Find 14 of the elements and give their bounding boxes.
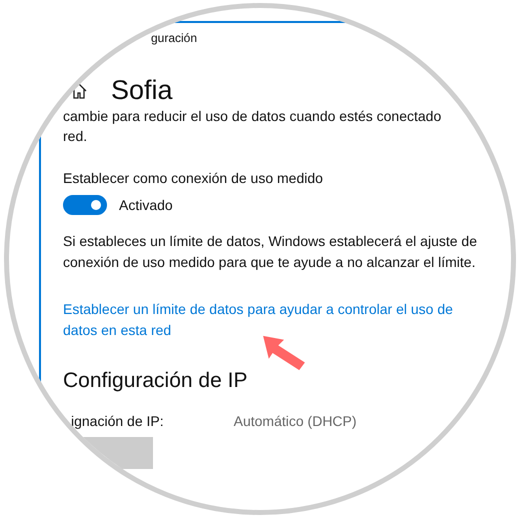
- field-value: Automático (DHCP): [234, 413, 357, 429]
- arrow-icon: [261, 334, 307, 372]
- toggle-state-label: Activado: [119, 197, 173, 213]
- description-text: cambie para reducir el uso de datos cuando estés conectado: [63, 107, 442, 126]
- info-text: Si estableces un límite de datos, Windows establecerá el ajuste de conexión de uso medido para que te ayude a no alcanzar el límite.: [63, 232, 478, 272]
- breadcrumb[interactable]: guración: [151, 31, 198, 45]
- page-title: Sofia: [111, 75, 173, 106]
- field-label: ignación de IP:: [71, 413, 164, 429]
- toggle-switch[interactable]: [63, 195, 107, 215]
- description-text: red.: [63, 127, 88, 146]
- data-limit-link[interactable]: Establecer un límite de datos para ayudar a controlar el uso de datos en esta red: [63, 299, 473, 341]
- setting-label: Establecer como conexión de uso medido: [63, 170, 324, 186]
- home-icon[interactable]: [71, 82, 87, 98]
- section-heading: Configuración de IP: [63, 369, 248, 393]
